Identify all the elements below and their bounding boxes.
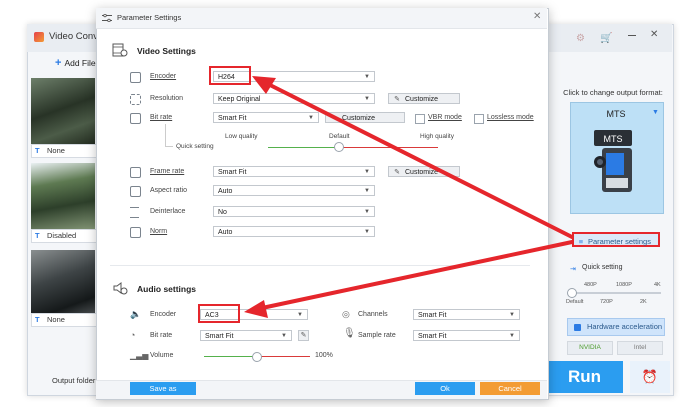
- arrow-to-video-encoder: [266, 82, 574, 239]
- annotation-arrows: [244, 76, 574, 318]
- arrowhead: [244, 300, 268, 318]
- arrow-to-audio-encoder: [260, 240, 574, 310]
